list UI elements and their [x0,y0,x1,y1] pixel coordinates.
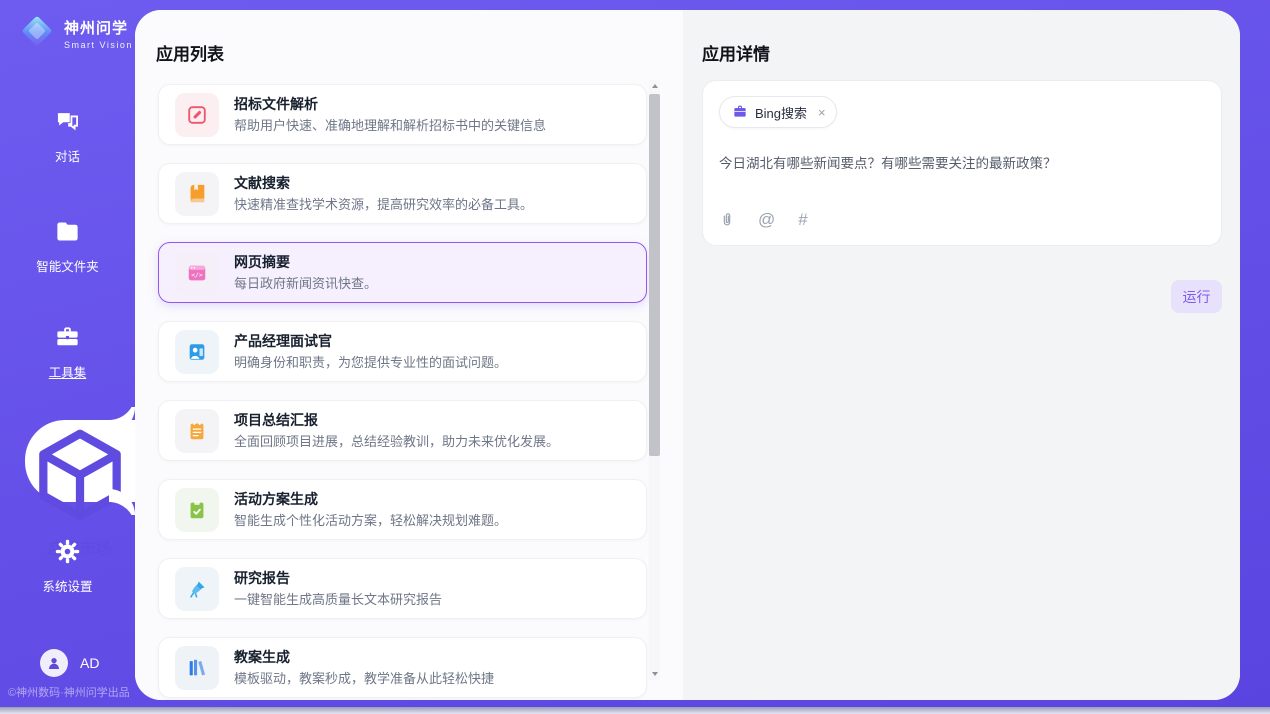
brand-name: 神州问学 [64,17,133,38]
app-card-list: 招标文件解析帮助用户快速、准确地理解和解析招标书中的关键信息文献搜索快速精准查找… [158,84,647,700]
brand-logo: 神州问学 Smart Vision [18,12,133,55]
sidebar-item-应用市场[interactable]: 应用市场 [25,420,135,502]
book-icon [175,172,219,216]
app-card-项目总结汇报[interactable]: 项目总结汇报全面回顾项目进展，总结经验教训，助力未来优化发展。 [158,400,647,461]
tool-chip-bing-search[interactable]: Bing搜索 × [719,96,837,128]
topic-icon[interactable]: # [798,211,807,228]
app-card-title: 网页摘要 [234,253,377,271]
app-card-desc: 智能生成个性化活动方案，轻松解决规划难题。 [234,512,507,529]
app-card-text: 活动方案生成智能生成个性化活动方案，轻松解决规划难题。 [234,490,507,529]
app-card-研究报告[interactable]: 研究报告一键智能生成高质量长文本研究报告 [158,558,647,619]
window-bottom-edge [0,707,1270,714]
avatar[interactable] [40,649,68,677]
main-container: 应用列表 招标文件解析帮助用户快速、准确地理解和解析招标书中的关键信息文献搜索快… [135,10,1240,700]
app-card-title: 教案生成 [234,648,494,666]
app-card-desc: 全面回顾项目进展，总结经验教训，助力未来优化发展。 [234,433,559,450]
gear-icon [54,538,81,565]
app-card-desc: 模板驱动，教案秒成，教学准备从此轻松快捷 [234,670,494,687]
person-icon [46,655,62,671]
app-card-产品经理面试官[interactable]: 产品经理面试官明确身份和职责，为您提供专业性的面试问题。 [158,321,647,382]
app-card-desc: 明确身份和职责，为您提供专业性的面试问题。 [234,354,507,371]
sidebar: 神州问学 Smart Vision 对话智能文件夹工具集应用市场系统设置 AD … [0,0,135,714]
app-detail-title: 应用详情 [702,40,770,65]
copyright-footer: ©神州数码·神州问学出品 [8,684,130,700]
chat-icon [54,108,81,135]
sidebar-item-label: 工具集 [0,362,135,381]
sidebar-item-系统设置[interactable]: 系统设置 [0,538,135,595]
prompt-input[interactable]: 今日湖北有哪些新闻要点？有哪些需要关注的最新政策？ [719,154,1205,211]
sidebar-item-工具集[interactable]: 工具集 [0,324,135,381]
pen-square-icon [175,93,219,137]
bubble-curve [109,394,135,420]
app-card-text: 文献搜索快速精准查找学术资源，提高研究效率的必备工具。 [234,174,533,213]
app-card-text: 研究报告一键智能生成高质量长文本研究报告 [234,569,442,608]
app-detail-panel: 应用详情 Bing搜索 × 今日湖北有哪些新闻要点？有哪些需要关注的最新政策？ … [683,10,1240,700]
remove-tool-icon[interactable]: × [818,105,826,120]
app-list-panel: 应用列表 招标文件解析帮助用户快速、准确地理解和解析招标书中的关键信息文献搜索快… [135,10,683,700]
tool-chip-label: Bing搜索 [755,103,807,122]
clipboard-check-icon [175,488,219,532]
app-card-文献搜索[interactable]: 文献搜索快速精准查找学术资源，提高研究效率的必备工具。 [158,163,647,224]
app-card-text: 教案生成模板驱动，教案秒成，教学准备从此轻松快捷 [234,648,494,687]
briefcase-icon [732,104,748,120]
scrollbar-thumb[interactable] [649,94,660,456]
app-card-title: 活动方案生成 [234,490,507,508]
brand-subtitle: Smart Vision [64,40,133,50]
mention-icon[interactable]: @ [758,211,775,228]
user-initials: AD [80,655,99,671]
diamond-logo-icon [18,12,56,55]
interviewer-icon [175,330,219,374]
prompt-card: Bing搜索 × 今日湖北有哪些新闻要点？有哪些需要关注的最新政策？ @ # [702,80,1222,246]
list-scrollbar[interactable] [649,80,660,680]
app-card-text: 招标文件解析帮助用户快速、准确地理解和解析招标书中的关键信息 [234,95,546,134]
app-card-text: 网页摘要每日政府新闻资讯快查。 [234,253,377,292]
svg-text:</>: </> [191,271,203,279]
app-card-text: 产品经理面试官明确身份和职责，为您提供专业性的面试问题。 [234,332,507,371]
scrollbar-up-arrow-icon[interactable] [649,80,660,92]
app-card-desc: 帮助用户快速、准确地理解和解析招标书中的关键信息 [234,117,546,134]
app-card-title: 招标文件解析 [234,95,546,113]
sidebar-item-label: 系统设置 [0,576,135,595]
folder-icon [54,218,81,245]
toolbox-icon [54,324,81,351]
app-card-网页摘要[interactable]: </> 网页摘要每日政府新闻资讯快查。 [158,242,647,303]
browser-code-icon: </> [175,251,219,295]
app-card-招标文件解析[interactable]: 招标文件解析帮助用户快速、准确地理解和解析招标书中的关键信息 [158,84,647,145]
sidebar-item-对话[interactable]: 对话 [0,108,135,165]
app-card-text: 项目总结汇报全面回顾项目进展，总结经验教训，助力未来优化发展。 [234,411,559,450]
app-card-教案生成[interactable]: 教案生成模板驱动，教案秒成，教学准备从此轻松快捷 [158,637,647,698]
app-card-desc: 一键智能生成高质量长文本研究报告 [234,591,442,608]
books-icon [175,646,219,690]
paperclip-icon[interactable] [719,211,735,228]
app-card-title: 项目总结汇报 [234,411,559,429]
app-card-title: 产品经理面试官 [234,332,507,350]
sidebar-item-智能文件夹[interactable]: 智能文件夹 [0,218,135,275]
app-list-title: 应用列表 [156,40,224,65]
notepad-icon [175,409,219,453]
scrollbar-down-arrow-icon[interactable] [649,668,660,680]
app-card-title: 文献搜索 [234,174,533,192]
run-button[interactable]: 运行 [1171,280,1222,313]
app-card-活动方案生成[interactable]: 活动方案生成智能生成个性化活动方案，轻松解决规划难题。 [158,479,647,540]
sidebar-item-label: 智能文件夹 [0,256,135,275]
sidebar-item-label: 对话 [0,146,135,165]
attachment-toolbar: @ # [719,211,1205,230]
user-menu[interactable]: AD [40,649,99,677]
telescope-icon [175,567,219,611]
app-card-desc: 每日政府新闻资讯快查。 [234,275,377,292]
app-card-desc: 快速精准查找学术资源，提高研究效率的必备工具。 [234,196,533,213]
app-card-title: 研究报告 [234,569,442,587]
